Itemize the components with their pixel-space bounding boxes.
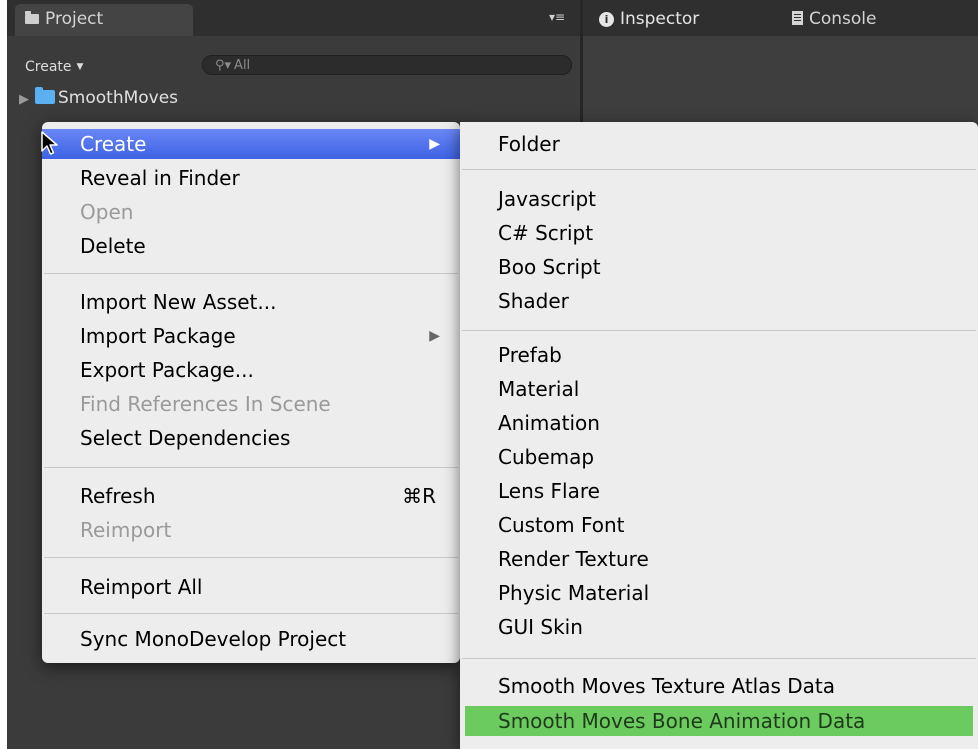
menu-item-reimport-all[interactable]: Reimport All — [42, 572, 460, 602]
menu-item-label: Reimport — [80, 518, 172, 542]
tree-item-smoothmoves[interactable]: ▶ SmoothMoves — [19, 87, 179, 108]
search-placeholder: All — [234, 58, 251, 73]
menu-item-label: Folder — [498, 132, 560, 156]
menu-item-import-package[interactable]: Import Package ▶ — [42, 321, 460, 351]
tab-console-label: Console — [809, 9, 877, 29]
menu-item-reveal-in-finder[interactable]: Reveal in Finder — [42, 163, 460, 193]
submenu-item-render-texture[interactable]: Render Texture — [460, 544, 978, 574]
submenu-item-csharp-script[interactable]: C# Script — [460, 218, 978, 248]
expand-triangle-icon[interactable]: ▶ — [19, 92, 29, 107]
menu-item-label: Sync MonoDevelop Project — [80, 627, 347, 651]
menu-item-label: Render Texture — [498, 547, 649, 571]
menu-item-label: Delete — [80, 234, 146, 258]
search-input[interactable]: ⚲▾ All — [202, 55, 572, 75]
menu-item-label: Custom Font — [498, 513, 625, 537]
tab-project[interactable]: Project — [15, 4, 193, 36]
menu-item-sync-monodevelop[interactable]: Sync MonoDevelop Project — [42, 624, 460, 654]
info-icon: i — [599, 4, 614, 34]
menu-separator — [462, 658, 976, 659]
menu-item-import-new-asset[interactable]: Import New Asset... — [42, 287, 460, 317]
menu-item-label: GUI Skin — [498, 615, 583, 639]
folder-icon — [25, 4, 39, 34]
menu-item-label: Material — [498, 377, 580, 401]
menu-item-label: Shader — [498, 289, 569, 313]
menu-item-refresh[interactable]: Refresh ⌘R — [42, 481, 460, 511]
menu-item-label: Prefab — [498, 343, 562, 367]
menu-item-open: Open — [42, 197, 460, 227]
menu-item-label: Smooth Moves Texture Atlas Data — [498, 674, 836, 698]
submenu-item-gui-skin[interactable]: GUI Skin — [460, 612, 978, 642]
menu-item-label: Physic Material — [498, 581, 650, 605]
menu-item-label: Boo Script — [498, 255, 601, 279]
submenu-item-material[interactable]: Material — [460, 374, 978, 404]
submenu-item-bone-animation[interactable]: Smooth Moves Bone Animation Data — [465, 706, 973, 736]
submenu-arrow-icon: ▶ — [429, 328, 440, 344]
submenu-arrow-icon: ▶ — [429, 136, 440, 152]
submenu-item-lens-flare[interactable]: Lens Flare — [460, 476, 978, 506]
menu-item-export-package[interactable]: Export Package... — [42, 355, 460, 385]
menu-item-label: Select Dependencies — [80, 426, 291, 450]
submenu-item-javascript[interactable]: Javascript — [460, 184, 978, 214]
submenu-item-custom-font[interactable]: Custom Font — [460, 510, 978, 540]
chevron-down-icon: ▼ — [76, 62, 84, 72]
tree-item-label: SmoothMoves — [58, 88, 179, 108]
menu-shortcut: ⌘R — [402, 484, 436, 508]
submenu-item-shader[interactable]: Shader — [460, 286, 978, 316]
menu-separator — [44, 557, 458, 558]
menu-item-label: Reveal in Finder — [80, 166, 240, 190]
tab-inspector[interactable]: i Inspector — [589, 4, 764, 36]
context-menu: Create ▶ Reveal in Finder Open Delete Im… — [42, 122, 460, 663]
menu-item-select-dependencies[interactable]: Select Dependencies — [42, 423, 460, 453]
menu-item-label: Find References In Scene — [80, 392, 331, 416]
menu-item-label: Smooth Moves Bone Animation Data — [498, 709, 866, 733]
search-icon: ⚲▾ — [215, 58, 232, 73]
menu-item-label: C# Script — [498, 221, 594, 245]
menu-item-reimport: Reimport — [42, 515, 460, 545]
menu-item-label: Refresh — [80, 484, 156, 508]
menu-item-label: Import Package — [80, 324, 236, 348]
tab-bar: Project ▾≡ i Inspector Console — [7, 0, 978, 36]
menu-separator — [44, 613, 458, 614]
tab-project-label: Project — [45, 9, 104, 29]
tab-inspector-label: Inspector — [620, 9, 700, 29]
folder-icon — [35, 87, 55, 104]
menu-item-create[interactable]: Create ▶ — [42, 129, 460, 159]
create-dropdown-label: Create — [25, 59, 72, 75]
menu-item-label: Cubemap — [498, 445, 595, 469]
submenu-item-folder[interactable]: Folder — [460, 129, 978, 159]
menu-separator — [462, 169, 976, 170]
menu-item-label: Javascript — [498, 187, 596, 211]
submenu-item-cubemap[interactable]: Cubemap — [460, 442, 978, 472]
create-submenu: Folder Javascript C# Script Boo Script S… — [460, 122, 978, 749]
menu-item-label: Create — [80, 132, 147, 156]
menu-item-label: Open — [80, 200, 134, 224]
menu-item-label: Reimport All — [80, 575, 203, 599]
menu-separator — [462, 330, 976, 331]
submenu-item-texture-atlas[interactable]: Smooth Moves Texture Atlas Data — [460, 671, 978, 701]
menu-item-label: Import New Asset... — [80, 290, 277, 314]
menu-item-label: Animation — [498, 411, 600, 435]
panel-menu-icon[interactable]: ▾≡ — [549, 10, 565, 24]
create-dropdown-button[interactable]: Create ▼ — [25, 59, 83, 75]
submenu-item-animation[interactable]: Animation — [460, 408, 978, 438]
submenu-item-boo-script[interactable]: Boo Script — [460, 252, 978, 282]
menu-item-find-references: Find References In Scene — [42, 389, 460, 419]
submenu-item-physic-material[interactable]: Physic Material — [460, 578, 978, 608]
menu-separator — [44, 467, 458, 468]
console-icon — [792, 4, 803, 34]
menu-item-label: Export Package... — [80, 358, 254, 382]
submenu-item-prefab[interactable]: Prefab — [460, 340, 978, 370]
menu-item-delete[interactable]: Delete — [42, 231, 460, 261]
tab-console[interactable]: Console — [782, 4, 932, 36]
menu-item-label: Lens Flare — [498, 479, 600, 503]
menu-separator — [44, 273, 458, 274]
